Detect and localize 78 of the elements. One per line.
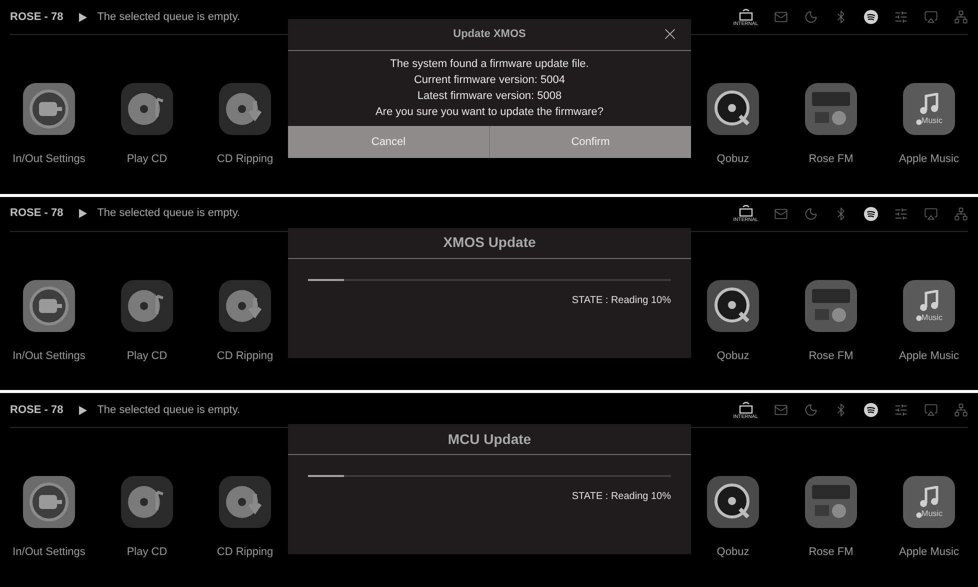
moon-icon[interactable] <box>804 403 818 418</box>
dialog-title: MCU Update <box>448 430 532 449</box>
app-label[interactable]: In/Out Settings <box>12 544 86 561</box>
dialog-message: Are you sure you want to update the firmware? <box>375 105 604 120</box>
network-icon[interactable] <box>954 206 968 221</box>
queue-status: The selected queue is empty. <box>97 403 240 418</box>
app-label[interactable]: CD Ripping <box>216 151 274 168</box>
device-icon[interactable] <box>738 204 754 218</box>
moon-icon[interactable] <box>804 10 818 24</box>
app-label[interactable]: CD Ripping <box>216 544 274 561</box>
app-label[interactable]: Rose FM <box>808 544 854 561</box>
dial-icon[interactable] <box>23 280 75 332</box>
music-app-tile[interactable]: Music <box>903 280 955 332</box>
mail-icon[interactable] <box>774 206 788 221</box>
radio-icon[interactable] <box>805 83 857 135</box>
spotify-icon[interactable] <box>864 206 878 221</box>
disc-note-icon[interactable] <box>121 280 173 332</box>
music-badge-text: Music <box>922 117 942 125</box>
device-name: ROSE - 78 <box>10 403 64 418</box>
progress-state: STATE : Reading 10% <box>572 490 671 504</box>
app-label[interactable]: CD Ripping <box>216 348 274 364</box>
disc-note-icon[interactable] <box>121 83 173 135</box>
airplay-icon[interactable] <box>924 206 938 221</box>
sliders-icon[interactable] <box>894 10 908 24</box>
app-label[interactable]: Apple Music <box>899 544 959 561</box>
moon-icon[interactable] <box>804 206 818 221</box>
progress-state: STATE : Reading 10% <box>572 294 671 308</box>
mail-icon[interactable] <box>774 403 788 418</box>
network-icon[interactable] <box>954 403 968 418</box>
dial-icon[interactable] <box>23 476 75 528</box>
dialog-message: Current firmware version: 5004 <box>414 73 565 88</box>
disc-note-icon[interactable] <box>121 476 173 528</box>
mail-icon[interactable] <box>774 10 788 24</box>
app-label[interactable]: Rose FM <box>808 151 854 168</box>
play-icon[interactable] <box>79 209 88 218</box>
dialog-title: XMOS Update <box>443 233 536 252</box>
app-label[interactable]: Qobuz <box>716 348 750 364</box>
app-label[interactable]: Rose FM <box>808 348 854 364</box>
sliders-icon[interactable] <box>894 206 908 221</box>
app-label[interactable]: Play CD <box>126 348 168 364</box>
queue-status: The selected queue is empty. <box>97 10 240 25</box>
app-label[interactable]: Apple Music <box>899 151 959 168</box>
music-badge-text: Music <box>922 314 942 322</box>
airplay-icon[interactable] <box>924 10 938 24</box>
dial-icon[interactable] <box>23 83 75 135</box>
disc-download-icon[interactable] <box>219 280 271 332</box>
radio-icon[interactable] <box>805 280 857 332</box>
music-app-tile[interactable]: Music <box>903 476 955 528</box>
music-badge-text: Music <box>922 510 942 518</box>
sliders-icon[interactable] <box>894 403 908 418</box>
play-icon[interactable] <box>79 12 88 22</box>
play-icon[interactable] <box>79 406 88 415</box>
app-label[interactable]: In/Out Settings <box>12 348 86 364</box>
music-note-icon <box>919 93 939 115</box>
music-app-tile[interactable]: Music <box>903 83 955 135</box>
dialog-title: Update XMOS <box>453 27 526 42</box>
radio-icon[interactable] <box>805 476 857 528</box>
app-label[interactable]: Qobuz <box>716 151 750 168</box>
queue-status: The selected queue is empty. <box>97 206 240 222</box>
app-label[interactable]: Play CD <box>126 151 168 168</box>
app-label[interactable]: Play CD <box>126 544 168 561</box>
dialog-message: The system found a firmware update file. <box>390 57 589 72</box>
dialog-message: Latest firmware version: 5008 <box>417 89 562 104</box>
airplay-icon[interactable] <box>924 403 938 418</box>
device-icon[interactable] <box>738 8 754 20</box>
device-icon[interactable] <box>738 400 754 414</box>
music-note-icon <box>919 486 939 508</box>
network-icon[interactable] <box>954 10 968 24</box>
disc-download-icon[interactable] <box>219 476 271 528</box>
app-label[interactable]: Qobuz <box>716 544 750 561</box>
spotify-icon[interactable] <box>864 403 878 418</box>
device-name: ROSE - 78 <box>10 206 64 222</box>
spotify-icon[interactable] <box>864 10 878 24</box>
device-name: ROSE - 78 <box>10 10 64 25</box>
app-label[interactable]: In/Out Settings <box>12 151 86 168</box>
disc-download-icon[interactable] <box>219 83 271 135</box>
app-label[interactable]: Apple Music <box>899 348 959 364</box>
music-note-icon <box>919 290 939 312</box>
